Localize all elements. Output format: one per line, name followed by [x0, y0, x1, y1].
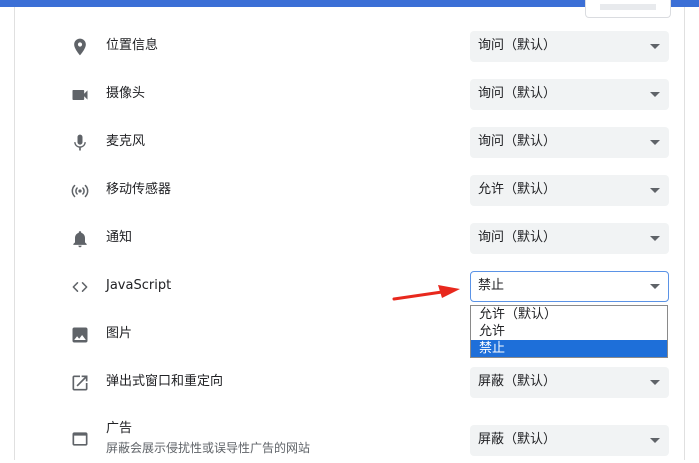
select-value: 询问（默认）	[478, 86, 557, 101]
setting-row-javascript: JavaScript 禁止	[0, 263, 699, 311]
setting-row-motion-sensors: 移动传感器 允许（默认）	[0, 167, 699, 215]
permission-select[interactable]: 询问（默认）	[470, 223, 669, 254]
motion-sensor-icon	[70, 181, 90, 201]
microphone-icon	[70, 133, 90, 153]
ad-window-icon	[70, 429, 90, 449]
select-value: 屏蔽（默认）	[478, 432, 557, 447]
setting-row-notifications: 通知 询问（默认）	[0, 215, 699, 263]
dropdown-caret-icon	[650, 140, 660, 145]
permission-select[interactable]: 允许（默认）	[470, 175, 669, 206]
setting-label: 广告	[106, 421, 133, 436]
dropdown-caret-icon	[650, 284, 660, 289]
code-brackets-icon	[70, 277, 90, 297]
dropdown-caret-icon	[650, 44, 660, 49]
select-value: 允许（默认）	[478, 182, 557, 197]
setting-row-ads: 广告 屏蔽会展示侵扰性或误导性广告的网站 屏蔽（默认）	[0, 415, 699, 463]
setting-row-location: 位置信息 询问（默认）	[0, 23, 699, 71]
select-value: 询问（默认）	[478, 230, 557, 245]
dropdown-option-allow[interactable]: 允许	[471, 323, 667, 340]
select-value: 屏蔽（默认）	[478, 374, 557, 389]
setting-sublabel: 屏蔽会展示侵扰性或误导性广告的网站	[106, 441, 311, 455]
permission-select[interactable]: 询问（默认）	[470, 127, 669, 158]
setting-label: 弹出式窗口和重定向	[106, 374, 224, 389]
setting-label: 位置信息	[106, 38, 159, 53]
dropdown-caret-icon	[650, 438, 660, 443]
setting-row-popups: 弹出式窗口和重定向 屏蔽（默认）	[0, 359, 699, 407]
javascript-dropdown-list: 允许（默认） 允许 禁止	[470, 305, 668, 358]
permission-select[interactable]: 屏蔽（默认）	[470, 425, 669, 456]
select-value: 询问（默认）	[478, 134, 557, 149]
setting-label: 移动传感器	[106, 182, 172, 197]
setting-label: 摄像头	[106, 86, 146, 101]
setting-label: JavaScript	[106, 278, 172, 293]
dropdown-caret-icon	[650, 188, 660, 193]
setting-label: 通知	[106, 230, 133, 245]
dropdown-caret-icon	[650, 92, 660, 97]
setting-label: 图片	[106, 326, 133, 341]
select-value: 询问（默认）	[478, 38, 557, 53]
dropdown-option-block[interactable]: 禁止	[471, 340, 667, 357]
permission-select-open[interactable]: 禁止	[470, 271, 669, 302]
permission-select[interactable]: 询问（默认）	[470, 31, 669, 62]
select-value: 禁止	[478, 278, 505, 293]
open-in-new-icon	[70, 373, 90, 393]
setting-row-camera: 摄像头 询问（默认）	[0, 71, 699, 119]
dropdown-option-allow-default[interactable]: 允许（默认）	[471, 306, 667, 323]
location-pin-icon	[70, 37, 90, 57]
image-icon	[70, 325, 90, 345]
permission-select[interactable]: 询问（默认）	[470, 79, 669, 110]
red-annotation-arrow-icon	[392, 285, 460, 301]
dropdown-caret-icon	[650, 236, 660, 241]
dropdown-caret-icon	[650, 380, 660, 385]
partial-top-button[interactable]	[585, 0, 671, 18]
setting-label: 麦克风	[106, 134, 146, 149]
bell-icon	[70, 229, 90, 249]
setting-row-microphone: 麦克风 询问（默认）	[0, 119, 699, 167]
permission-select[interactable]: 屏蔽（默认）	[470, 367, 669, 398]
video-camera-icon	[70, 85, 90, 105]
